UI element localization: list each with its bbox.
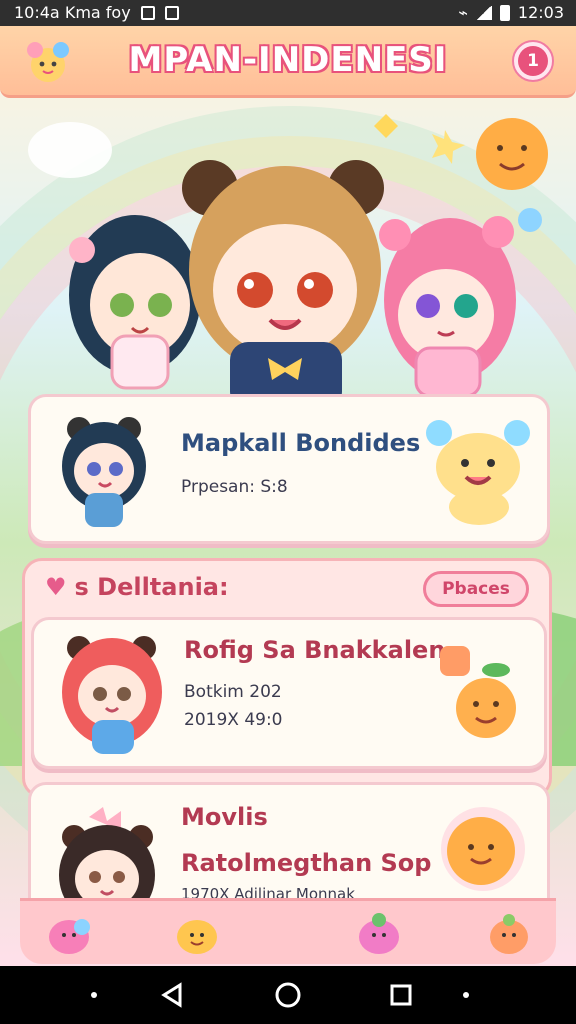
back-button[interactable]: [154, 966, 190, 1024]
section-title-text: s Delltania:: [74, 573, 229, 601]
pink-blob-icon[interactable]: [44, 909, 94, 959]
app-header: MPAN-INDENESI 1: [0, 26, 576, 98]
third-card-title: Movlis: [181, 803, 268, 831]
orange-fruit-icon: [476, 118, 548, 190]
status-left-text: 10:4a Kma foy: [14, 3, 131, 22]
left-chibi-character: [69, 215, 201, 390]
notification-button[interactable]: 1: [512, 40, 554, 82]
hero-illustration: [28, 114, 548, 410]
mascot-icon: [426, 420, 530, 525]
home-button[interactable]: [270, 966, 306, 1024]
featured-card-meta: Prpesan: S:8: [181, 477, 288, 497]
orange-blob-icon[interactable]: [172, 909, 222, 959]
third-card-subtitle: Ratolmegthan Sop: [181, 849, 432, 877]
fruit-icon: [440, 646, 516, 738]
back-icon: [161, 982, 182, 1008]
sparkle-icon: [432, 130, 465, 164]
cute-logo-icon: [27, 42, 69, 82]
app-screen: MPAN-INDENESI 1 Mapkall Bondides Prpesan…: [0, 26, 576, 966]
featured-card[interactable]: Mapkall Bondides Prpesan: S:8: [28, 394, 550, 544]
app-title: MPAN-INDENESI: [128, 40, 448, 80]
smiling-orange-icon: [441, 807, 525, 891]
overflow-dot-left[interactable]: [88, 966, 100, 1024]
star-icon: [374, 114, 398, 138]
bubble-icon: [518, 208, 542, 232]
peach-blob-icon[interactable]: [484, 909, 534, 959]
section-card-title: Rofig Sa Bnakkalen: [184, 636, 446, 664]
image-icon: [140, 5, 155, 20]
status-bar: 10:4a Kma foy ⌁ 12:03: [0, 0, 576, 26]
bottom-navigation: [20, 898, 556, 964]
wifi-icon: ⌁: [458, 3, 468, 22]
recents-icon: [390, 984, 412, 1006]
recents-button[interactable]: [386, 966, 416, 1024]
section-card-avatar: [62, 636, 162, 754]
notification-count-badge: 1: [518, 46, 548, 76]
section-title: ♥ s Delltania:: [45, 573, 229, 601]
right-chibi-character: [379, 216, 516, 398]
status-time: 12:03: [517, 3, 564, 22]
section-card-meta-1: Botkim 202: [184, 682, 282, 702]
battery-icon: [499, 4, 510, 21]
heart-icon: ♥: [45, 573, 67, 601]
delltania-section: ♥ s Delltania: Pbaces Rofig Sa Bnakkalen…: [22, 558, 552, 798]
overflow-dot-right[interactable]: [460, 966, 472, 1024]
places-button[interactable]: Pbaces: [423, 571, 529, 607]
section-card[interactable]: Rofig Sa Bnakkalen Botkim 202 2019X 49:0: [31, 617, 547, 769]
signal-icon: [475, 5, 492, 20]
featured-card-title: Mapkall Bondides: [181, 429, 421, 457]
center-chibi-character: [182, 160, 384, 410]
cloud-icon: [28, 122, 112, 178]
app-icon: [164, 5, 179, 20]
system-navigation: [0, 966, 576, 1024]
berry-blob-icon[interactable]: [354, 909, 404, 959]
section-card-meta-2: 2019X 49:0: [184, 710, 283, 730]
home-icon: [275, 982, 301, 1008]
featured-card-avatar: [62, 417, 146, 527]
